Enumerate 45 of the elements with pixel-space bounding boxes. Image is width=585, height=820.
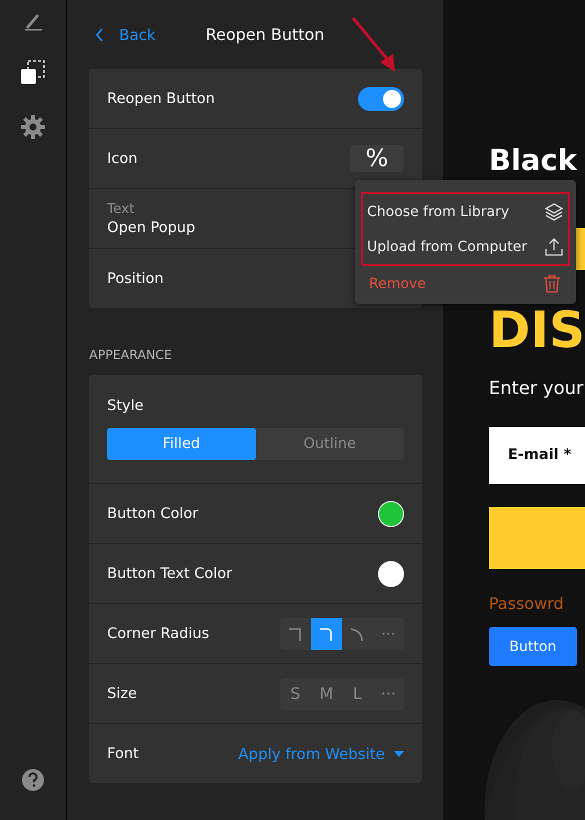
row-label: Font xyxy=(107,746,139,762)
row-label: Size xyxy=(107,686,137,702)
row-label: Icon xyxy=(107,150,138,166)
size-option[interactable]: S xyxy=(280,678,311,710)
font-dropdown[interactable]: Apply from Website xyxy=(238,744,404,762)
email-field[interactable]: E-mail * xyxy=(488,427,585,484)
password-label: Passowrd xyxy=(488,594,565,613)
section-heading: APPEARANCE xyxy=(89,346,173,364)
menu-item[interactable]: Remove xyxy=(361,266,570,301)
style-tab[interactable]: Outline xyxy=(256,428,404,460)
color-swatch[interactable] xyxy=(378,560,404,586)
back-link[interactable]: Back xyxy=(95,26,156,44)
chevron-left-icon xyxy=(95,28,106,42)
panel-title: Reopen Button xyxy=(206,25,324,44)
corner-icon xyxy=(318,626,334,642)
corner-icon xyxy=(349,626,366,642)
corner-option[interactable] xyxy=(310,618,342,650)
preview-text: Enter your xyxy=(488,378,584,399)
preview-button[interactable]: Button xyxy=(488,627,577,666)
help-icon[interactable] xyxy=(21,768,46,792)
size-option[interactable]: ··· xyxy=(372,678,404,710)
toggle-switch[interactable] xyxy=(358,86,404,110)
row-label: Style xyxy=(107,398,145,414)
menu-item[interactable]: Upload from Computer xyxy=(367,229,564,264)
field-value[interactable]: Open Popup xyxy=(107,220,196,236)
field-label: Text xyxy=(107,201,136,217)
trash-icon xyxy=(542,274,562,294)
upload-icon xyxy=(544,236,564,256)
row-label: Position xyxy=(107,270,164,286)
corner-icon xyxy=(287,626,304,642)
row-label: Button Color xyxy=(107,506,198,522)
preview-heading: Black xyxy=(488,142,578,178)
row-label: Corner Radius xyxy=(107,626,210,642)
settings-icon[interactable] xyxy=(20,114,46,140)
caret-icon xyxy=(394,750,404,756)
color-swatch[interactable] xyxy=(378,500,404,526)
style-tab[interactable]: Filled xyxy=(107,428,256,460)
menu-item[interactable]: Choose from Library xyxy=(367,194,564,229)
size-option[interactable]: M xyxy=(310,678,342,710)
icon-picker-button[interactable]: % xyxy=(350,145,404,172)
row-label: Button Text Color xyxy=(107,566,232,582)
preview-heading: DIS xyxy=(488,308,585,352)
stack-icon xyxy=(544,202,564,222)
row-label: Reopen Button xyxy=(107,90,215,106)
size-option[interactable]: L xyxy=(342,678,373,710)
